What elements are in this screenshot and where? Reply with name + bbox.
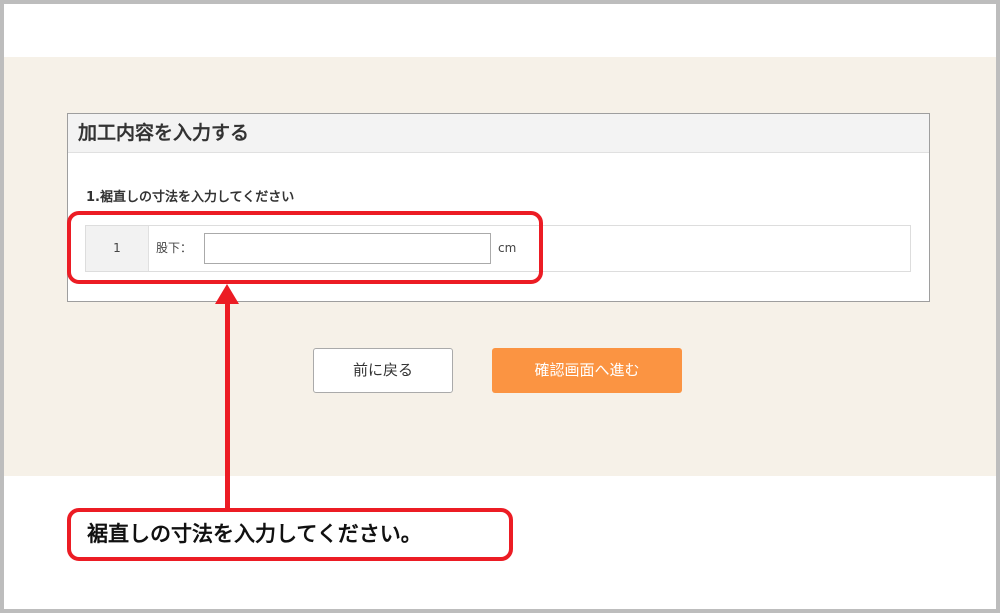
annotation-arrow [225,300,230,508]
hem-question-label: 1.裾直しの寸法を入力してください [86,190,295,205]
annotation-callout: 裾直しの寸法を入力してください。 [67,508,513,561]
back-button[interactable]: 前に戻る [313,348,453,393]
confirm-button[interactable]: 確認画面へ進む [492,348,682,393]
highlight-box [67,211,543,284]
panel-title: 加工内容を入力する [68,114,929,153]
arrow-up-icon [215,284,239,304]
